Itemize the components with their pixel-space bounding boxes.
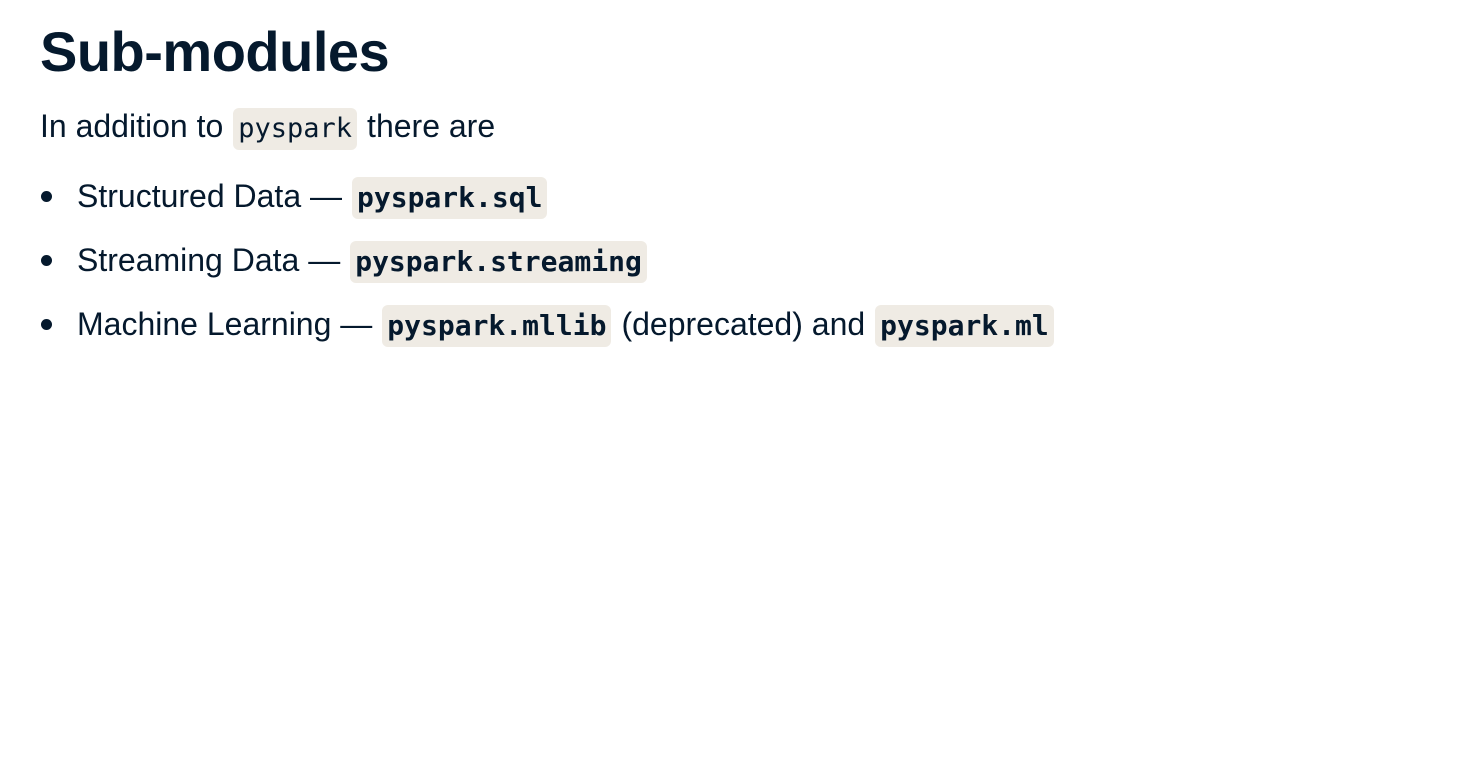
intro-code-pyspark: pyspark bbox=[233, 108, 358, 150]
list-item-machine-learning: Machine Learning — pyspark.mllib (deprecat… bbox=[40, 292, 1440, 356]
submodule-list: Structured Data — pyspark.sql Streaming D… bbox=[40, 164, 1440, 356]
code-pyspark-mllib: pyspark.mllib bbox=[382, 305, 612, 347]
slide-title: Sub-modules bbox=[40, 20, 390, 83]
bullet-icon bbox=[41, 255, 52, 266]
code-pyspark-sql: pyspark.sql bbox=[352, 177, 548, 219]
bullet-icon bbox=[41, 191, 52, 202]
list-item-label: Machine Learning — bbox=[77, 306, 373, 342]
list-item-label: Streaming Data — bbox=[77, 242, 341, 278]
slide: Sub-modules In addition to pyspark there a… bbox=[0, 0, 1480, 760]
list-item-streaming-data: Streaming Data — pyspark.streaming bbox=[40, 228, 1440, 292]
list-item-structured-data: Structured Data — pyspark.sql bbox=[40, 164, 1440, 228]
intro-paragraph: In addition to pyspark there are bbox=[40, 104, 1440, 150]
list-item-middle-text: (deprecated) and bbox=[621, 306, 866, 342]
intro-text-before: In addition to bbox=[40, 108, 224, 144]
code-pyspark-streaming: pyspark.streaming bbox=[350, 241, 647, 283]
list-item-label: Structured Data — bbox=[77, 178, 342, 214]
bullet-icon bbox=[41, 319, 52, 330]
intro-text-after: there are bbox=[367, 108, 496, 144]
code-pyspark-ml: pyspark.ml bbox=[875, 305, 1054, 347]
